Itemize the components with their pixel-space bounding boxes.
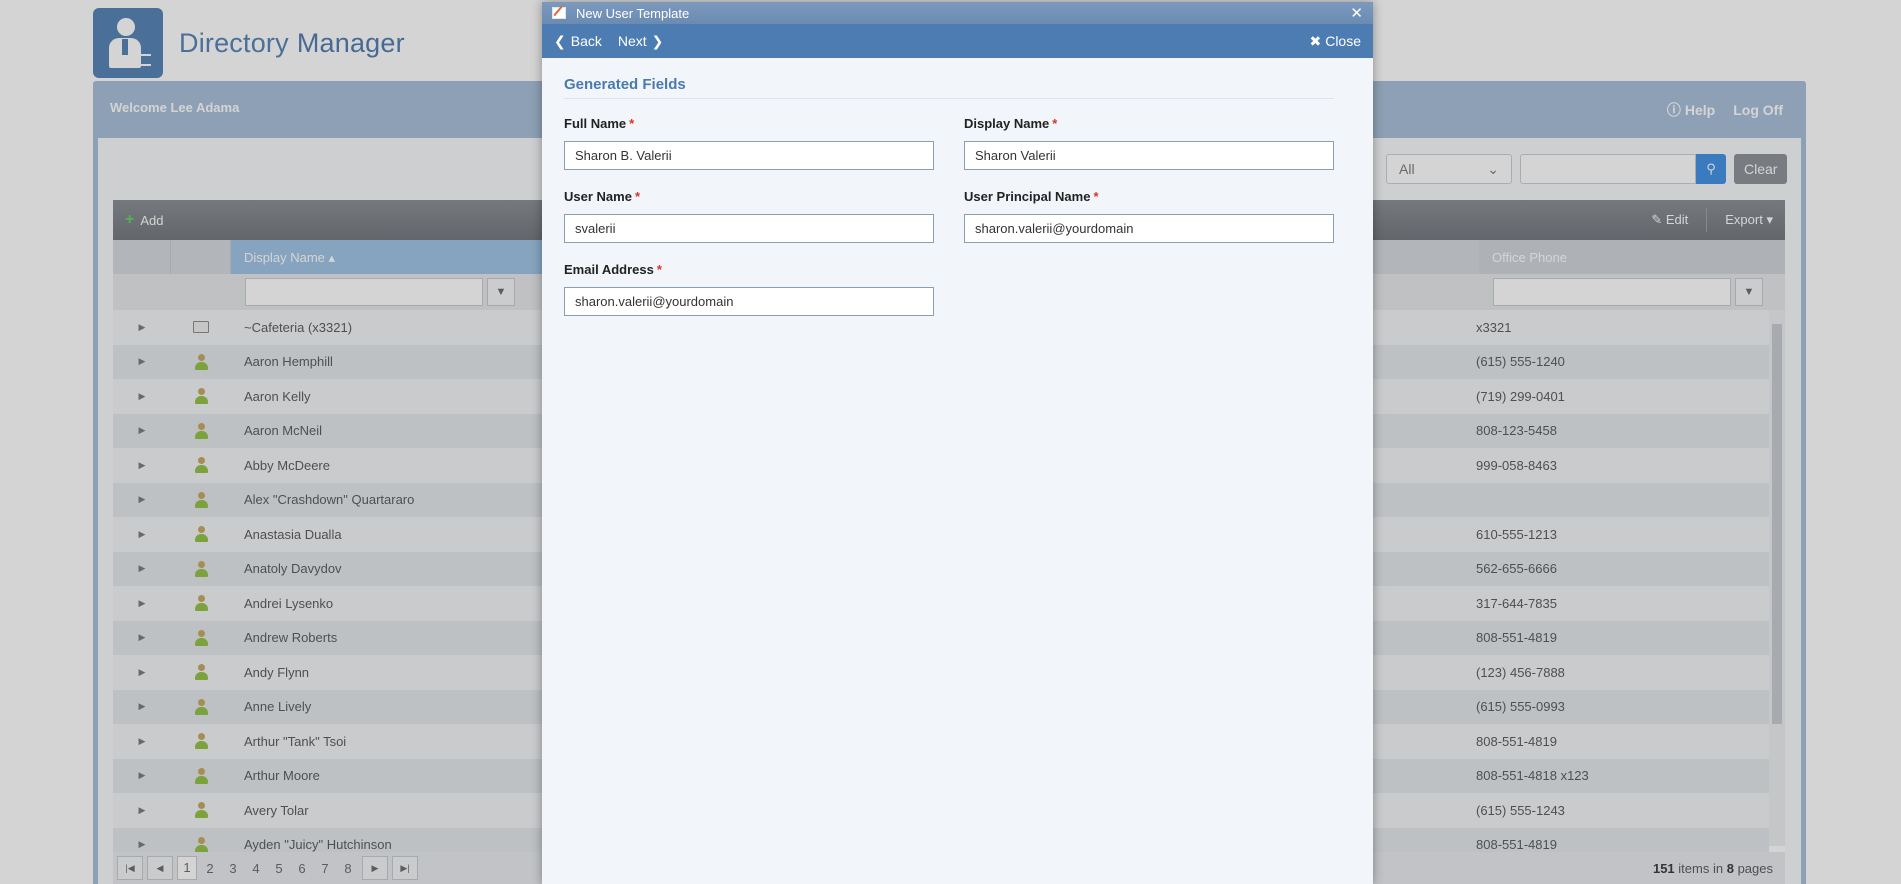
dialog-titlebar: New User Template ✕ — [542, 2, 1373, 24]
close-button[interactable]: ✖ Close — [1309, 33, 1361, 50]
new-user-template-dialog: New User Template ✕ ❮ Back Next ❯ ✖ Close G… — [542, 2, 1373, 884]
display-name-field: Display Name * Sharon Valerii — [964, 116, 1334, 170]
close-x-icon: ✖ — [1309, 32, 1322, 49]
user-name-input[interactable]: svalerii — [564, 214, 934, 243]
email-field: Email Address * sharon.valerii@yourdomain — [564, 262, 934, 316]
email-input[interactable]: sharon.valerii@yourdomain — [564, 287, 934, 316]
dialog-body: Generated Fields Full Name * Sharon B. Va… — [542, 58, 1373, 334]
upn-field: User Principal Name * sharon.valerii@your… — [964, 189, 1334, 243]
dialog-nav: ❮ Back Next ❯ ✖ Close — [542, 24, 1373, 58]
close-icon[interactable]: ✕ — [1350, 4, 1363, 22]
dialog-title: New User Template — [576, 5, 690, 21]
chevron-right-icon: ❯ — [651, 32, 664, 49]
user-name-field: User Name * svalerii — [564, 189, 934, 243]
full-name-input[interactable]: Sharon B. Valerii — [564, 141, 934, 170]
section-title: Generated Fields — [564, 76, 1334, 99]
back-button[interactable]: ❮ Back — [554, 33, 602, 50]
template-icon — [552, 7, 566, 19]
upn-input[interactable]: sharon.valerii@yourdomain — [964, 214, 1334, 243]
chevron-left-icon: ❮ — [554, 32, 566, 49]
display-name-input[interactable]: Sharon Valerii — [964, 141, 1334, 170]
generated-fields: Full Name * Sharon B. Valerii Display Nam… — [564, 116, 1351, 316]
next-button[interactable]: Next ❯ — [618, 33, 664, 50]
full-name-field: Full Name * Sharon B. Valerii — [564, 116, 934, 170]
